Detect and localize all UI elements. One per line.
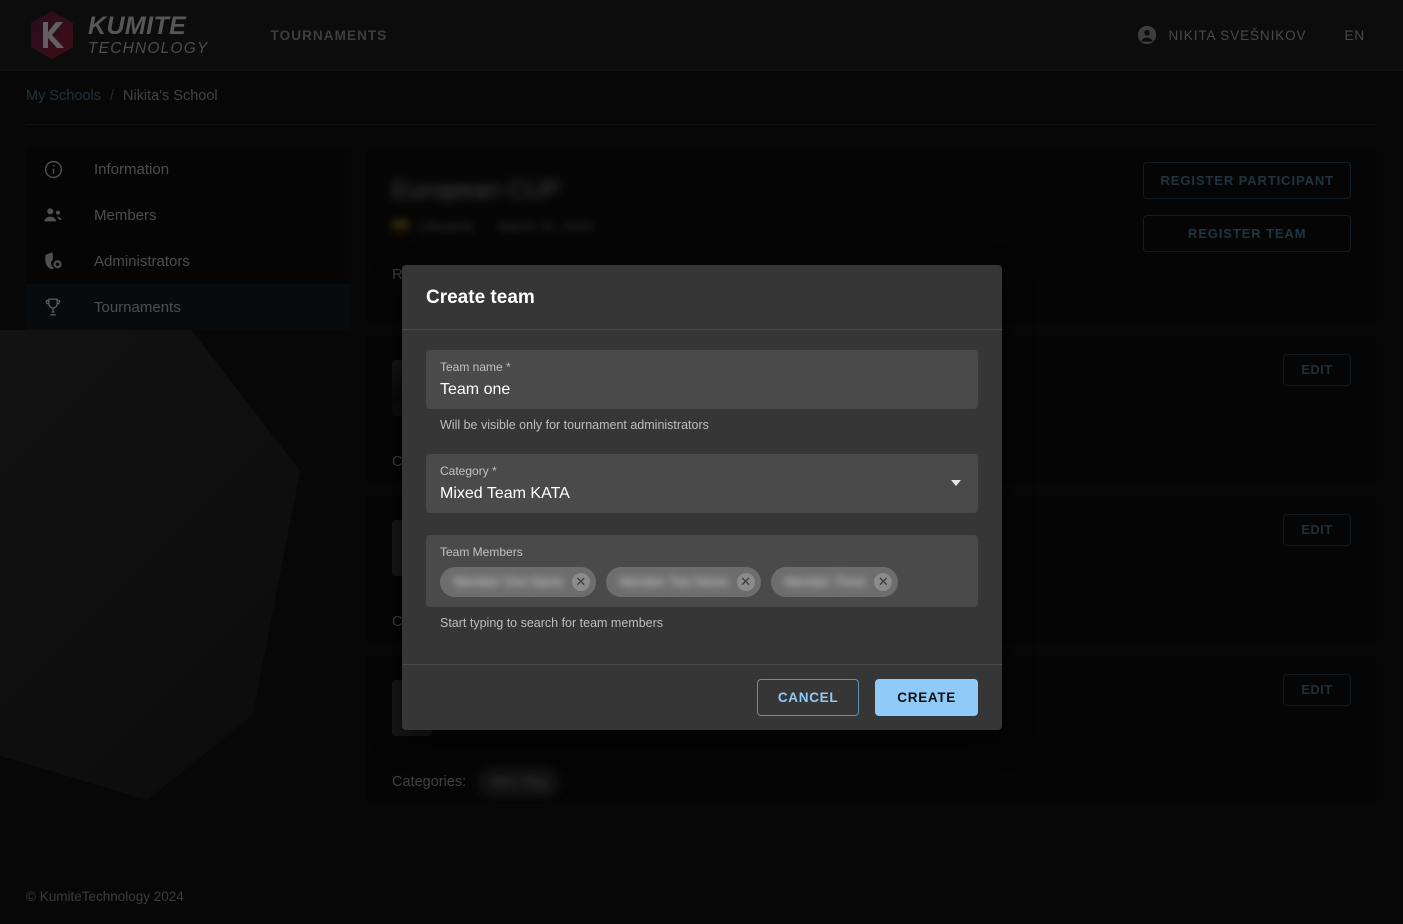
team-member-chip[interactable]: Member Three ✕ xyxy=(771,567,899,597)
team-name-field[interactable]: Team name * Team one xyxy=(426,350,978,409)
team-name-label: Team name * xyxy=(440,360,964,374)
team-name-field-block: Team name * Team one Will be visible onl… xyxy=(426,350,978,432)
team-members-chip-list: Member One Name ✕ Member Two Name ✕ Memb… xyxy=(440,567,964,597)
remove-member-icon[interactable]: ✕ xyxy=(737,573,755,591)
team-members-label: Team Members xyxy=(440,545,964,559)
team-member-name: Member One Name xyxy=(454,575,564,589)
dialog-body: Team name * Team one Will be visible onl… xyxy=(402,330,1002,664)
category-label: Category * xyxy=(440,464,964,478)
create-team-dialog: Create team Team name * Team one Will be… xyxy=(402,265,1002,730)
team-member-chip[interactable]: Member Two Name ✕ xyxy=(606,567,761,597)
remove-member-icon[interactable]: ✕ xyxy=(874,573,892,591)
team-member-chip[interactable]: Member One Name ✕ xyxy=(440,567,596,597)
team-members-hint: Start typing to search for team members xyxy=(440,616,978,630)
category-field-block: Category * Mixed Team KATA xyxy=(426,454,978,513)
category-value: Mixed Team KATA xyxy=(440,485,964,503)
category-select[interactable]: Category * Mixed Team KATA xyxy=(426,454,978,513)
team-name-input[interactable]: Team one xyxy=(440,381,964,399)
remove-member-icon[interactable]: ✕ xyxy=(572,573,590,591)
team-members-field-block: Team Members Member One Name ✕ Member Tw… xyxy=(426,535,978,630)
team-name-hint: Will be visible only for tournament admi… xyxy=(440,418,978,432)
dialog-footer: CANCEL CREATE xyxy=(402,664,1002,730)
dialog-header: Create team xyxy=(402,265,1002,330)
cancel-button[interactable]: CANCEL xyxy=(757,679,859,716)
team-members-field[interactable]: Team Members Member One Name ✕ Member Tw… xyxy=(426,535,978,607)
team-member-name: Member Three xyxy=(785,575,867,589)
chevron-down-icon[interactable] xyxy=(951,480,961,486)
create-button[interactable]: CREATE xyxy=(875,679,978,716)
dialog-title: Create team xyxy=(426,287,978,309)
team-member-name: Member Two Name xyxy=(620,575,729,589)
